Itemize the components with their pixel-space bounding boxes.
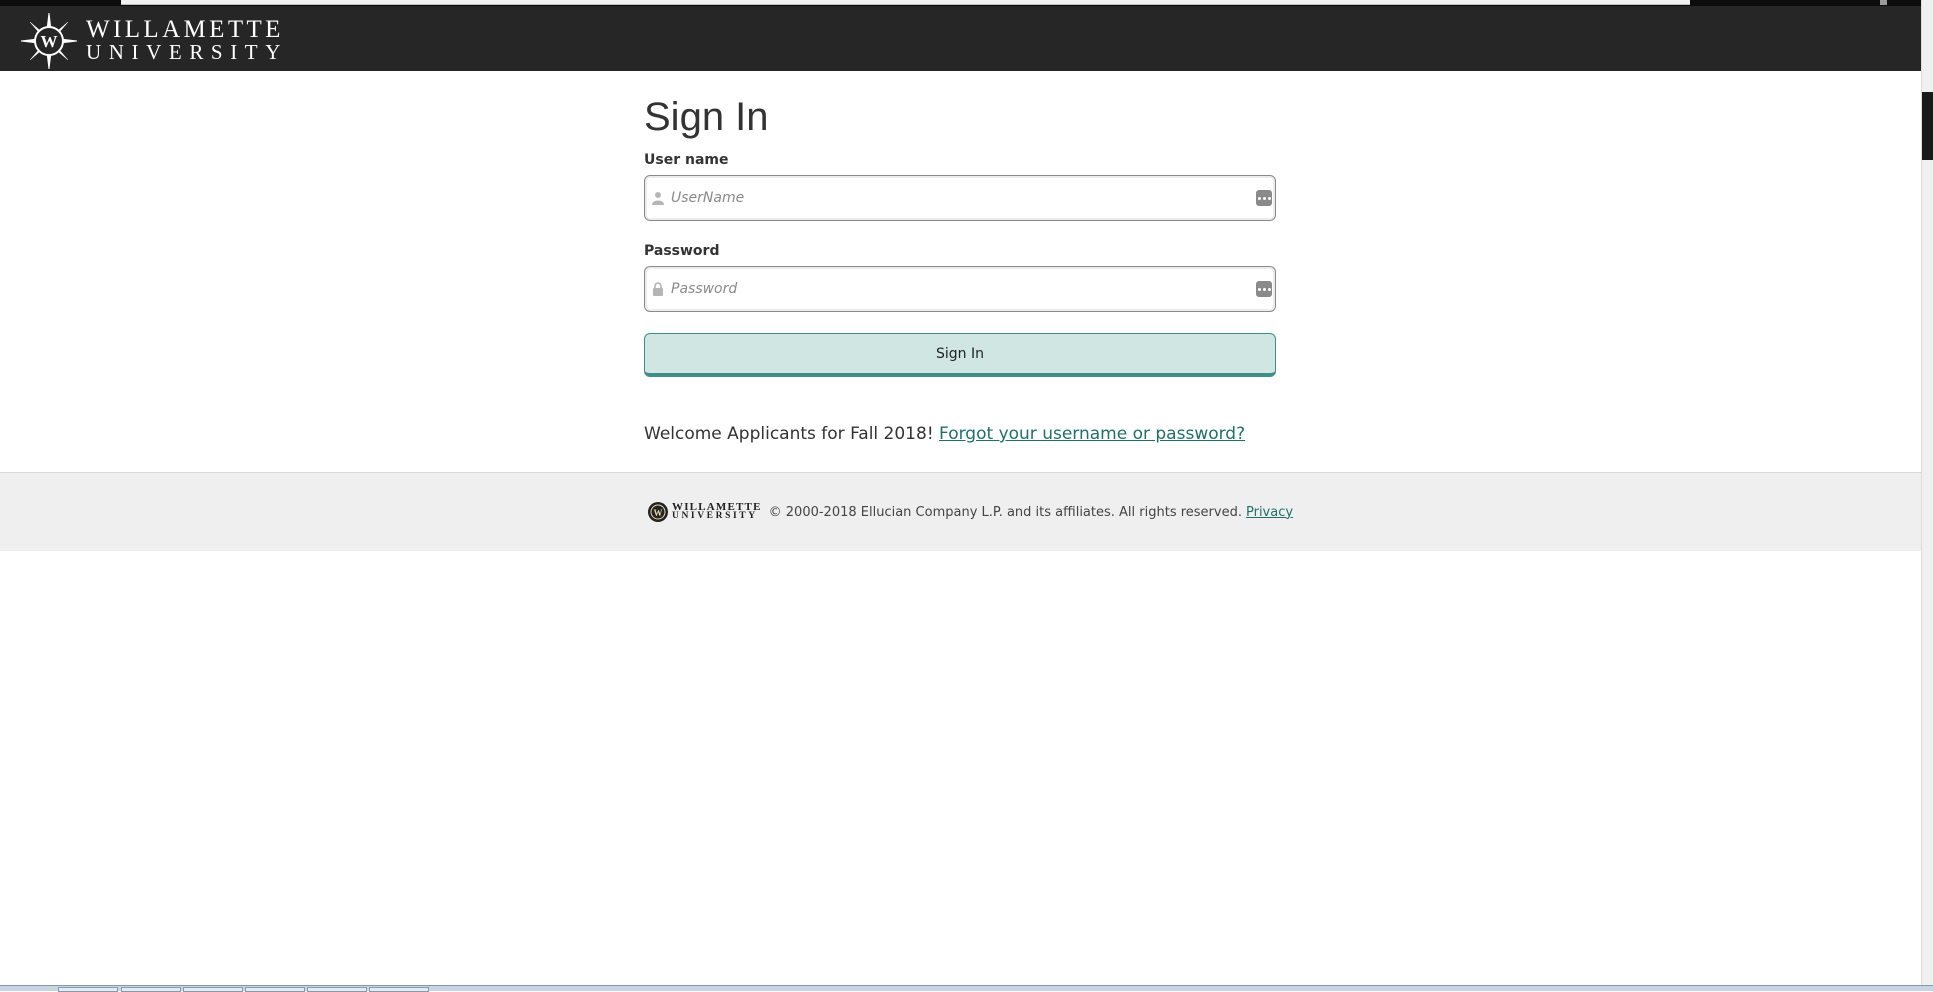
password-manager-icon[interactable] (1256, 190, 1272, 206)
logo-wordmark: WILLAMETTE UNIVERSITY (86, 16, 288, 64)
university-logo[interactable]: W WILLAMETTE UNIVERSITY (20, 12, 288, 70)
taskbar-button[interactable] (245, 987, 305, 992)
forgot-credentials-link[interactable]: Forgot your username or password? (939, 424, 1245, 444)
site-header: W WILLAMETTE UNIVERSITY (0, 6, 1921, 71)
site-footer: W WILLAMETTE UNIVERSITY © 2000-2018 Ellu… (0, 472, 1921, 551)
username-field-wrapper[interactable] (644, 175, 1276, 221)
password-manager-icon[interactable] (1256, 281, 1272, 297)
password-label: Password (644, 243, 720, 259)
taskbar-button[interactable] (58, 987, 118, 992)
logo-line-1: WILLAMETTE (86, 16, 284, 43)
user-icon (652, 192, 664, 205)
page-scrollbar[interactable] (1921, 0, 1933, 985)
browser-tab-strip (121, 0, 1690, 5)
copyright-text: © 2000-2018 Ellucian Company L.P. and it… (768, 504, 1242, 520)
welcome-message: Welcome Applicants for Fall 2018! Forgot… (644, 424, 1245, 444)
taskbar-button[interactable] (121, 987, 181, 992)
lock-icon (653, 282, 663, 296)
username-label: User name (644, 152, 729, 168)
password-field-wrapper[interactable] (644, 266, 1276, 312)
taskbar-button[interactable] (369, 987, 429, 992)
footer-seal-icon: W (648, 502, 668, 522)
welcome-text: Welcome Applicants for Fall 2018! (644, 424, 934, 444)
os-taskbar (0, 985, 1933, 992)
privacy-link[interactable]: Privacy (1246, 505, 1293, 520)
browser-control-icon (1880, 0, 1887, 5)
compass-w-seal-icon: W (20, 12, 78, 70)
svg-text:W: W (41, 32, 58, 51)
username-input[interactable] (671, 182, 1241, 214)
taskbar-button[interactable] (307, 987, 367, 992)
footer-logo: W WILLAMETTE UNIVERSITY (647, 501, 762, 523)
taskbar-button[interactable] (183, 987, 243, 992)
signin-button[interactable]: Sign In (644, 333, 1276, 377)
page-title: Sign In (644, 95, 769, 139)
scrollbar-thumb[interactable] (1922, 92, 1933, 160)
footer-logo-line-2: UNIVERSITY (672, 511, 758, 521)
footer-content: W WILLAMETTE UNIVERSITY © 2000-2018 Ellu… (647, 501, 1293, 523)
svg-text:W: W (654, 508, 663, 518)
footer-logo-wordmark: WILLAMETTE UNIVERSITY (672, 502, 762, 521)
logo-line-2: UNIVERSITY (86, 40, 288, 64)
password-input[interactable] (671, 273, 1241, 305)
